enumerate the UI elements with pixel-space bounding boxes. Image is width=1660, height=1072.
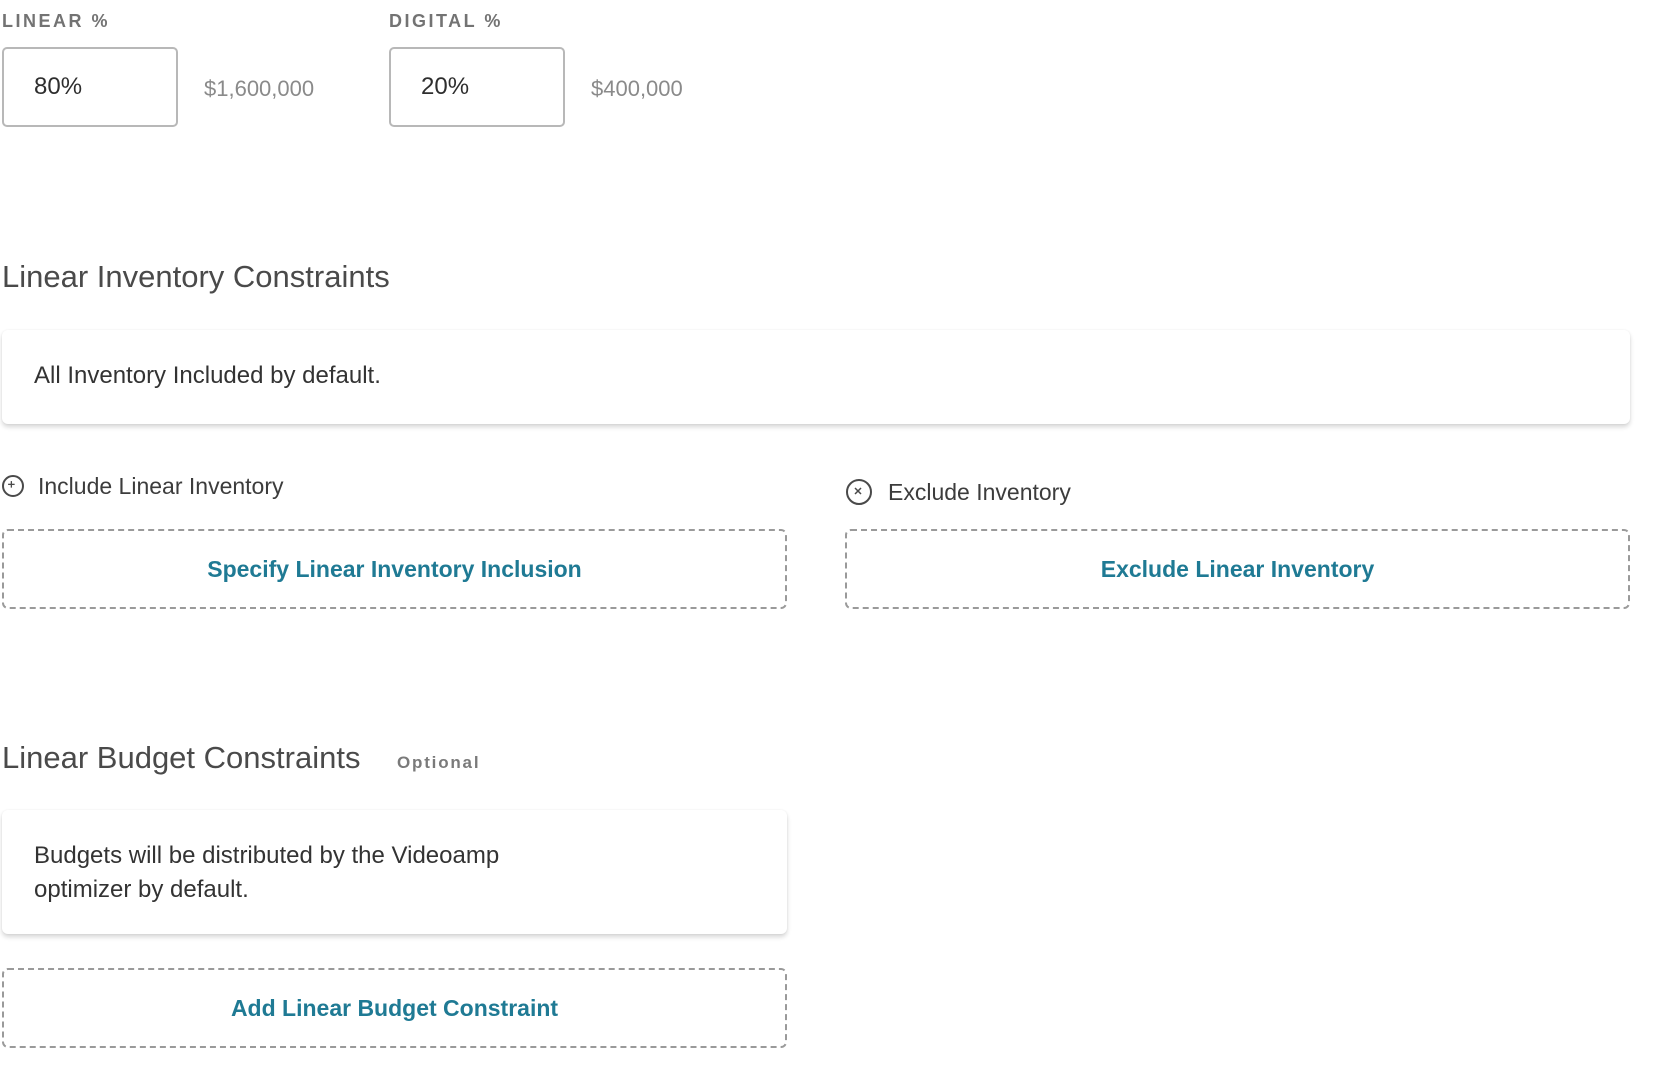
linear-amount: $1,600,000 bbox=[204, 76, 315, 101]
add-linear-budget-constraint-button[interactable]: Add Linear Budget Constraint bbox=[2, 968, 787, 1048]
add-linear-budget-constraint-label: Add Linear Budget Constraint bbox=[230, 994, 559, 1021]
specify-linear-inventory-inclusion-button[interactable]: Specify Linear Inventory Inclusion bbox=[2, 529, 787, 609]
include-linear-inventory-label: Include Linear Inventory bbox=[38, 472, 284, 499]
budget-default-text-line1: Budgets will be distributed by the Video… bbox=[34, 842, 500, 869]
x-circle-icon bbox=[846, 479, 872, 505]
budget-constraints-title: Linear Budget Constraints bbox=[2, 740, 361, 775]
digital-percent-label: DIGITAL % bbox=[389, 11, 503, 31]
exclude-linear-inventory-button[interactable]: Exclude Linear Inventory bbox=[845, 529, 1630, 609]
include-linear-inventory-option[interactable]: Include Linear Inventory bbox=[2, 471, 284, 501]
optional-tag: Optional bbox=[397, 753, 481, 772]
exclude-linear-inventory-button-label: Exclude Linear Inventory bbox=[1100, 555, 1375, 582]
specify-inclusion-button-label: Specify Linear Inventory Inclusion bbox=[207, 555, 582, 582]
linear-percent-label: LINEAR % bbox=[2, 11, 111, 31]
budget-default-text-line2: optimizer by default. bbox=[34, 876, 249, 903]
linear-percent-input[interactable] bbox=[2, 47, 178, 127]
plus-circle-icon bbox=[2, 475, 24, 497]
digital-amount: $400,000 bbox=[591, 76, 683, 101]
inventory-constraints-title: Linear Inventory Constraints bbox=[2, 259, 390, 294]
exclude-inventory-label: Exclude Inventory bbox=[888, 478, 1071, 505]
exclude-inventory-option[interactable]: Exclude Inventory bbox=[846, 477, 1071, 507]
digital-percent-input[interactable] bbox=[389, 47, 565, 127]
budget-default-card: Budgets will be distributed by the Video… bbox=[2, 810, 787, 934]
inventory-default-text: All Inventory Included by default. bbox=[34, 362, 381, 389]
inventory-default-card: All Inventory Included by default. bbox=[2, 330, 1630, 424]
